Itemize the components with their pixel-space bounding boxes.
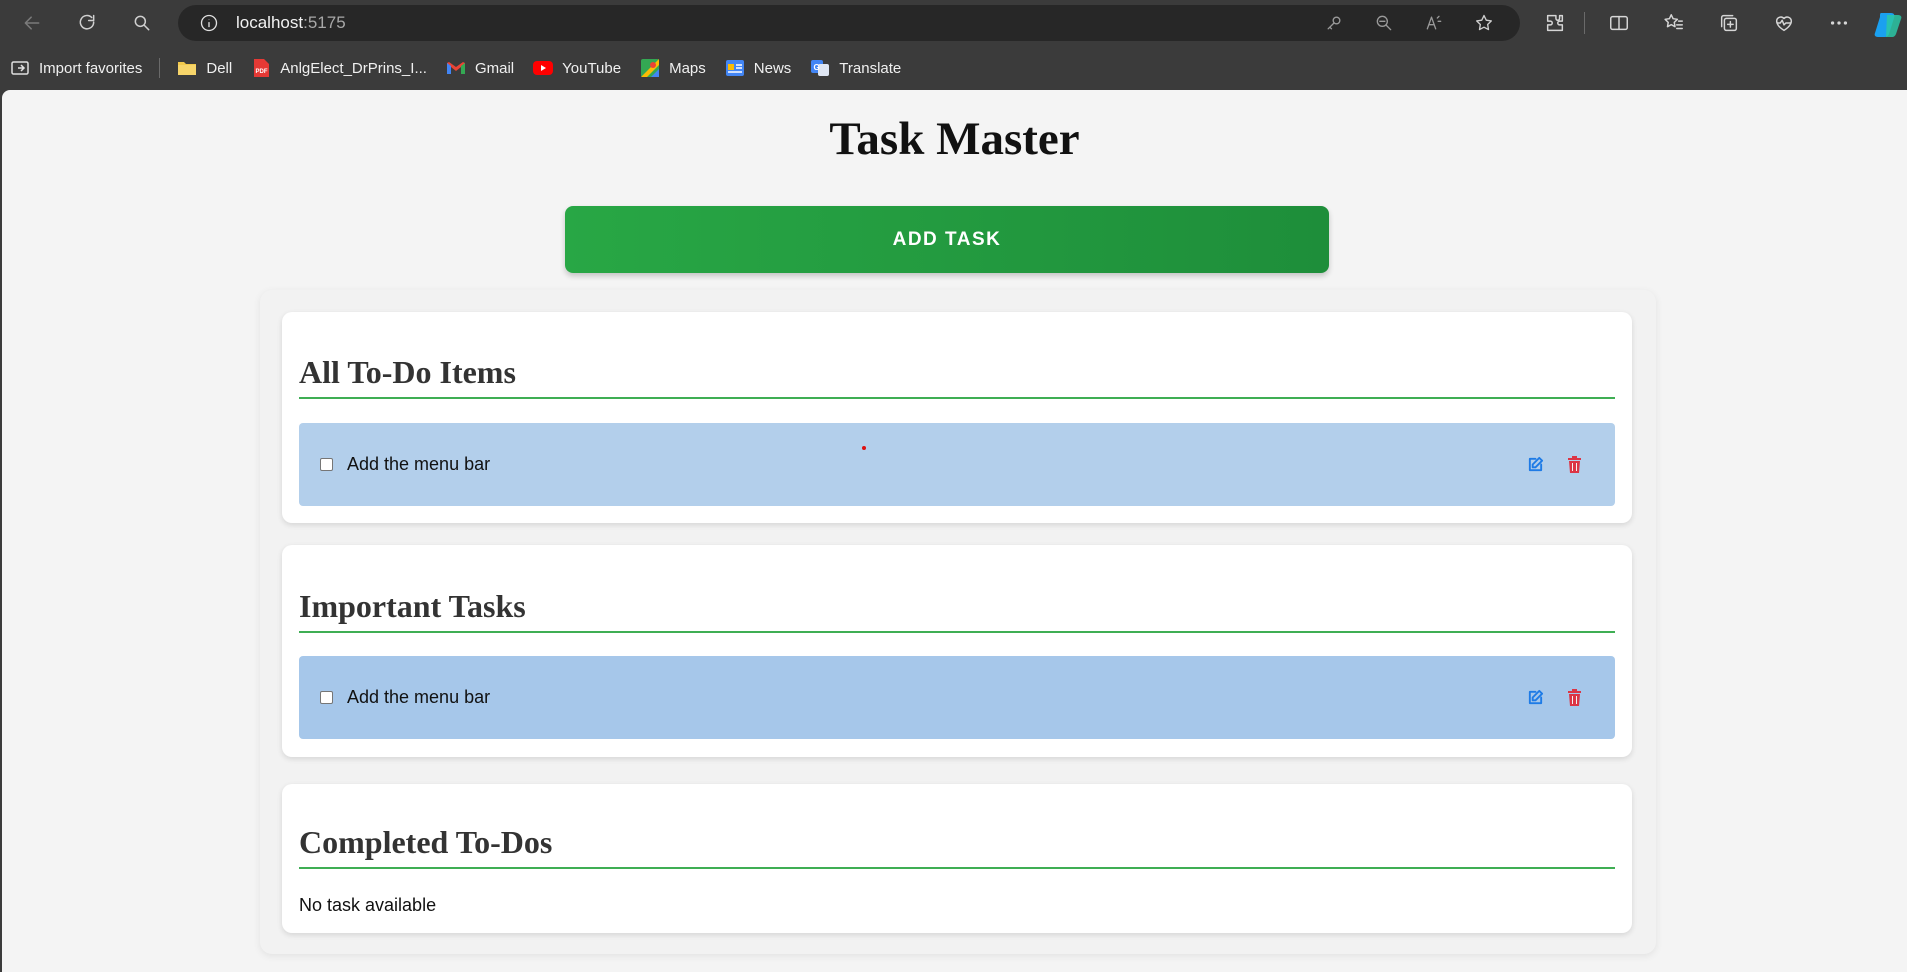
mouse-cursor-dot [862,446,866,450]
task-item: Add the menu bar [299,656,1615,739]
delete-icon[interactable] [1566,689,1583,706]
important-tasks-card: Important Tasks Add the menu bar [282,545,1632,757]
task-lists-panel: All To-Do Items Add the menu bar Importa… [260,290,1656,954]
svg-text:G: G [814,63,820,72]
add-task-button[interactable]: ADD TASK [565,206,1329,273]
task-item: Add the menu bar [299,423,1615,506]
folder-icon [177,58,197,78]
pdf-icon: PDF [251,58,271,78]
bookmark-maps[interactable]: Maps [640,58,706,78]
bookmarks-bar: Import favorites Dell PDF AnlgElect_DrPr… [0,46,1907,90]
password-key-icon[interactable] [1316,5,1352,41]
bookmark-pdf[interactable]: PDF AnlgElect_DrPrins_I... [251,58,427,78]
browser-toolbar: localhost:5175 [0,0,1907,46]
gmail-icon [446,58,466,78]
bookmark-gmail[interactable]: Gmail [446,58,514,78]
page-title: Task Master [829,113,1080,165]
bookmark-youtube[interactable]: YouTube [533,58,621,78]
search-icon [134,15,150,31]
back-button[interactable] [17,8,47,38]
edit-icon[interactable] [1527,689,1544,706]
all-todos-heading: All To-Do Items [299,354,1615,399]
browser-essentials-icon[interactable] [1764,5,1804,41]
copilot-icon[interactable] [1873,9,1903,39]
address-bar[interactable]: localhost:5175 [178,5,1520,41]
all-todos-card: All To-Do Items Add the menu bar [282,312,1632,523]
url-host: localhost [236,13,304,32]
task-text: Add the menu bar [347,687,491,707]
bookmark-label: Maps [669,59,706,77]
bookmark-label: Translate [839,59,902,77]
edit-icon[interactable] [1527,456,1544,473]
bookmark-label: Import favorites [39,59,143,77]
translate-icon: G [810,58,830,78]
zoom-out-icon[interactable] [1366,5,1402,41]
task-complete-checkbox[interactable] [320,458,333,471]
refresh-button[interactable] [72,8,102,38]
bookmark-label: AnlgElect_DrPrins_I... [280,59,427,77]
bookmark-import-favorites[interactable]: Import favorites [10,58,142,78]
collections-icon[interactable] [1709,5,1749,41]
bookmark-label: YouTube [562,59,622,77]
favorite-star-icon[interactable] [1466,5,1502,41]
task-text: Add the menu bar [347,454,491,474]
completed-todos-heading: Completed To-Dos [299,824,1615,869]
youtube-icon [533,58,554,78]
extensions-icon[interactable] [1535,5,1575,41]
bookmark-dell[interactable]: Dell [177,58,232,78]
bookmark-news[interactable]: News [725,58,792,78]
page-viewport: Task Master ADD TASK All To-Do Items Add… [2,90,1907,972]
more-menu-icon[interactable] [1819,5,1859,41]
empty-state-text: No task available [299,895,437,915]
import-favorites-icon [10,58,30,78]
site-info-icon[interactable] [198,12,220,34]
bookmarks-divider [159,58,161,78]
important-tasks-heading: Important Tasks [299,588,1615,633]
read-aloud-icon[interactable] [1416,5,1452,41]
favorites-list-icon[interactable] [1654,5,1694,41]
back-arrow-icon [24,16,40,30]
toolbar-divider [1584,12,1585,34]
svg-text:PDF: PDF [256,69,268,75]
completed-todos-card: Completed To-Dos No task available [282,784,1632,933]
bookmark-translate[interactable]: G Translate [810,58,901,78]
news-icon [725,58,745,78]
url-text[interactable]: localhost:5175 [236,13,346,33]
bookmark-label: Gmail [474,59,515,77]
delete-icon[interactable] [1566,456,1583,473]
maps-icon [640,58,660,78]
url-port: :5175 [303,13,346,32]
refresh-icon [79,14,95,30]
bookmark-label: Dell [206,59,233,77]
task-complete-checkbox[interactable] [320,691,333,704]
split-screen-icon[interactable] [1599,5,1639,41]
search-button[interactable] [127,8,157,38]
bookmark-label: News [753,59,792,77]
